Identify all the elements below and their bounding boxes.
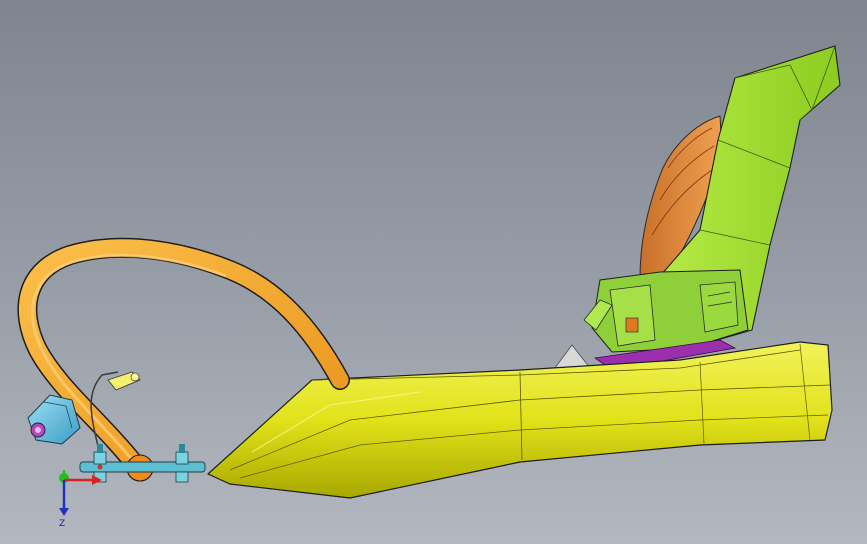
xyz-axis-triad-icon: Z xyxy=(59,470,102,529)
z-axis-label: Z xyxy=(59,519,65,529)
yellow-base-body[interactable] xyxy=(206,341,833,499)
cyan-motor-housing[interactable] xyxy=(27,394,81,445)
z-axis-arrow xyxy=(59,508,69,516)
model-scene[interactable]: Z xyxy=(0,0,867,544)
cad-viewport[interactable]: Z xyxy=(0,0,867,544)
upright-backrest[interactable] xyxy=(583,45,841,353)
